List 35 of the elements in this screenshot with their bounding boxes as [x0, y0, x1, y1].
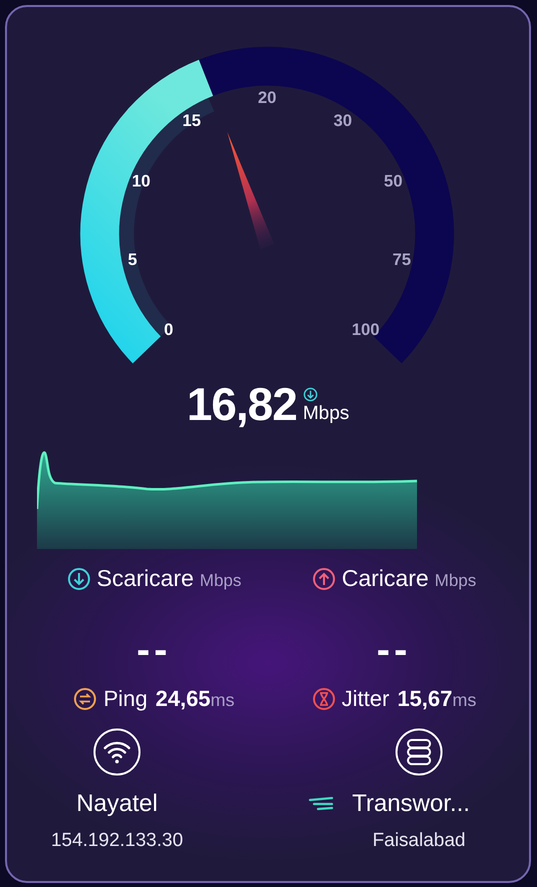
gauge-tick-label: 5	[128, 250, 138, 270]
speed-unit: Mbps	[302, 404, 350, 423]
latency-value: 24,65	[155, 686, 211, 712]
ping-icon	[73, 687, 98, 711]
download-icon	[302, 387, 318, 402]
gauge-tick-label: 20	[258, 88, 276, 108]
server-location: Faisalabad	[372, 830, 466, 852]
result-unit: Mbps	[434, 570, 476, 590]
result-value: --	[136, 630, 172, 670]
gauge-tick-label: 75	[392, 250, 412, 270]
download-icon	[66, 566, 91, 590]
server-name: Transwor...	[352, 790, 470, 818]
wifi-icon	[93, 728, 141, 776]
latency-unit: ms	[210, 689, 235, 711]
gauge-tick-label: 100	[352, 320, 380, 340]
latency-unit: ms	[452, 689, 476, 711]
gauge-tick-label: 10	[132, 172, 150, 191]
provider-name: Nayatel	[76, 790, 158, 818]
server-icon	[395, 728, 443, 776]
gauge-tick-label: 0	[164, 320, 174, 340]
speed-value: 16,82	[186, 381, 297, 427]
result-value: --	[376, 630, 412, 670]
latency-value: 15,67	[397, 686, 452, 712]
result-unit: Mbps	[200, 570, 242, 590]
result-label: Scaricare	[96, 565, 194, 592]
latency-label: Ping	[103, 686, 148, 712]
gauge-tick-label: 30	[334, 110, 352, 130]
gauge-tick-label: 50	[384, 172, 402, 191]
result-label: Caricare	[342, 565, 429, 592]
speed-lines-icon	[308, 797, 334, 811]
jitter-icon	[312, 687, 336, 711]
ip-address: 154.192.133.30	[50, 830, 184, 852]
gauge-tick-label: 15	[182, 110, 201, 130]
latency-label: Jitter	[342, 686, 390, 712]
upload-icon	[312, 566, 336, 590]
